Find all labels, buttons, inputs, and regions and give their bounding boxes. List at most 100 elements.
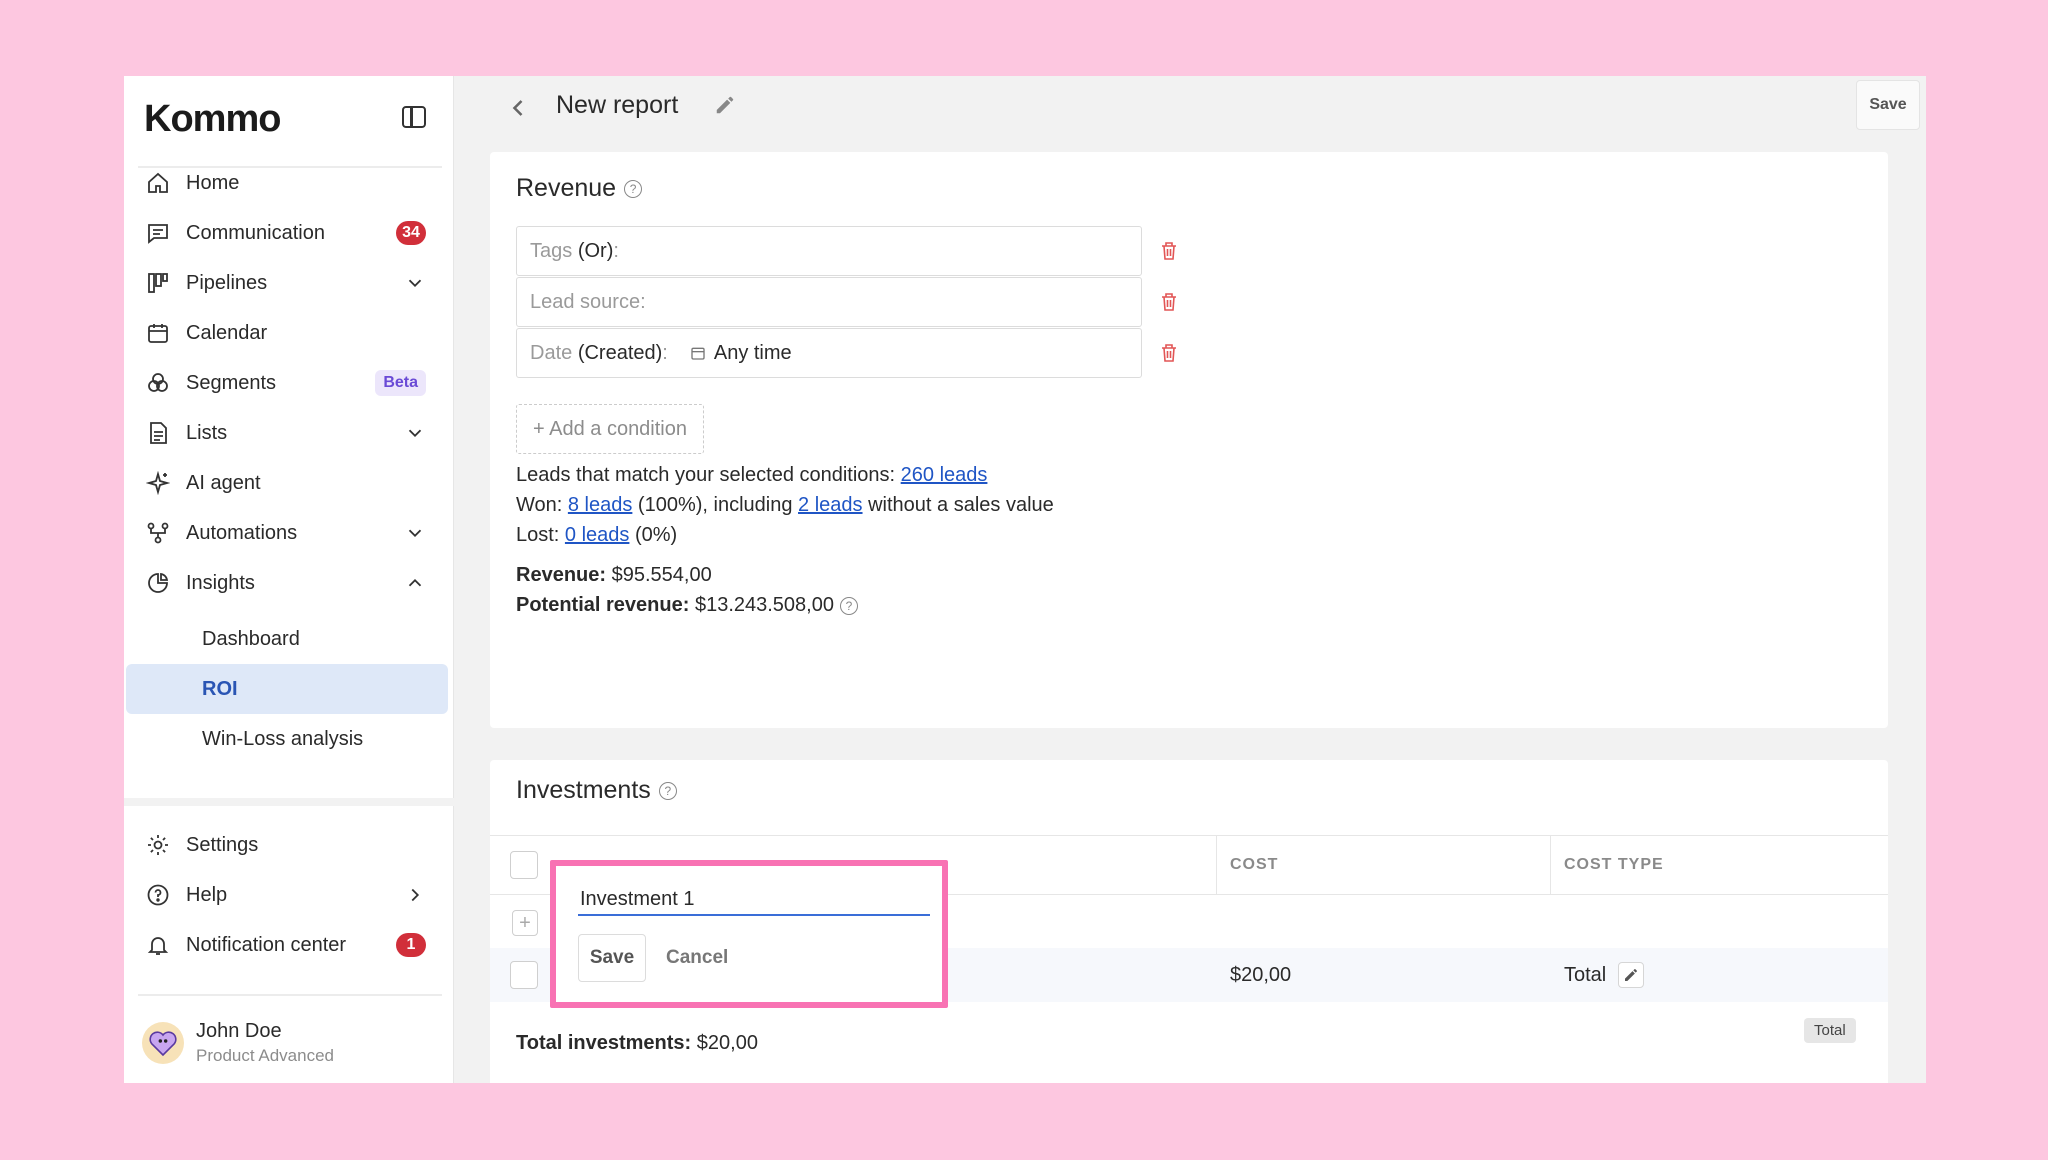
pencil-icon — [1625, 969, 1637, 981]
sidebar-subitem-dashboard[interactable]: Dashboard — [126, 614, 448, 664]
home-icon — [148, 172, 168, 193]
sidebar-item-label: Lists — [186, 422, 228, 444]
sidebar-item-lists[interactable]: Lists — [126, 410, 448, 456]
trash-icon[interactable] — [1160, 292, 1178, 312]
total-tooltip: Total — [1804, 1018, 1856, 1043]
total-investments-value: $20,00 — [691, 1032, 758, 1054]
field-label: Lead source: — [530, 290, 646, 313]
lost-leads-line: Lost: 0 leads (0%) — [516, 524, 677, 547]
unread-badge: 34 — [396, 221, 426, 245]
calendar-icon — [691, 347, 705, 360]
no-value-leads-link[interactable]: 2 leads — [798, 494, 863, 516]
sidebar-item-settings[interactable]: Settings — [126, 822, 448, 868]
add-condition-button[interactable]: + Add a condition — [516, 404, 704, 454]
sidebar-item-label: Calendar — [186, 322, 268, 344]
sidebar-subitem-win-loss[interactable]: Win-Loss analysis — [126, 714, 448, 764]
cost-cell: $20,00 — [1230, 964, 1292, 986]
matching-leads-link[interactable]: 260 leads — [901, 464, 988, 486]
field-qualifier: (Or) — [577, 239, 614, 262]
help-icon[interactable]: ? — [624, 179, 643, 198]
bell-icon — [147, 937, 169, 955]
trash-icon[interactable] — [1160, 241, 1178, 261]
app-window: Kommo Home Communication 34 Pipelines Ca… — [124, 76, 1926, 1083]
notification-badge: 1 — [396, 933, 426, 957]
pencil-icon[interactable] — [714, 94, 736, 116]
revenue-total-line: Revenue: $95.554,00 — [516, 564, 712, 587]
revenue-value: $95.554,00 — [606, 564, 712, 586]
sidebar-item-label: Segments — [186, 372, 277, 394]
column-divider — [1550, 836, 1551, 894]
matching-leads-line: Leads that match your selected condition… — [516, 464, 987, 487]
date-range-picker[interactable]: Any time — [690, 342, 792, 365]
sidebar-item-label: Home — [186, 172, 240, 194]
sidebar-subitem-roi[interactable]: ROI — [126, 664, 448, 714]
sidebar-item-pipelines[interactable]: Pipelines — [126, 260, 448, 306]
sidebar-subitem-label: Dashboard — [202, 628, 300, 650]
add-investment-button[interactable]: + — [512, 910, 538, 936]
sidebar-item-segments[interactable]: Segments Beta — [126, 360, 448, 406]
sidebar-subitem-label: Win-Loss analysis — [202, 728, 364, 750]
tags-condition-field[interactable]: Tags (Or): — [516, 226, 1142, 276]
cancel-button[interactable]: Cancel — [666, 934, 728, 982]
page-title: New report — [556, 91, 679, 119]
revenue-label: Revenue: — [516, 564, 607, 586]
lost-leads-link[interactable]: 0 leads — [565, 524, 630, 546]
chevron-down-icon[interactable] — [404, 422, 426, 444]
chevron-down-icon[interactable] — [404, 522, 426, 544]
field-label: Tags — [530, 239, 578, 262]
beta-badge: Beta — [375, 370, 426, 396]
save-investment-button[interactable]: Save — [578, 934, 646, 982]
user-name: John Doe — [196, 1020, 282, 1042]
divider — [138, 994, 442, 996]
stat-text: without a sales value — [862, 494, 1054, 516]
sidebar-item-home[interactable]: Home — [126, 160, 448, 206]
field-colon: : — [662, 341, 668, 364]
field-label: Date — [530, 341, 578, 364]
stat-text: Leads that match your selected condition… — [516, 464, 901, 486]
potential-revenue-label: Potential revenue: — [516, 594, 690, 616]
field-colon: : — [613, 239, 619, 262]
select-all-checkbox[interactable] — [510, 851, 538, 879]
help-icon[interactable]: ? — [658, 781, 677, 800]
segments-icon — [148, 373, 168, 392]
sidebar-item-calendar[interactable]: Calendar — [126, 310, 448, 356]
chevron-down-icon[interactable] — [404, 272, 426, 294]
chevron-right-icon[interactable] — [404, 884, 426, 906]
potential-revenue-value: $13.243.508,00 — [689, 594, 834, 616]
avatar — [142, 1022, 184, 1064]
gear-icon — [148, 835, 168, 855]
help-icon — [147, 884, 169, 906]
heart-avatar-icon — [149, 1031, 177, 1057]
sidebar-item-automations[interactable]: Automations — [126, 510, 448, 556]
sidebar-item-notification-center[interactable]: Notification center 1 — [126, 922, 448, 968]
sidebar-item-help[interactable]: Help — [126, 872, 448, 918]
sidebar-collapse-icon[interactable] — [402, 106, 426, 128]
lists-icon — [150, 422, 167, 444]
revenue-heading: Revenue ? — [516, 174, 643, 203]
chevron-up-icon[interactable] — [404, 572, 426, 594]
user-profile[interactable]: John Doe Product Advanced — [142, 1018, 442, 1074]
user-plan: Product Advanced — [196, 1046, 334, 1065]
sidebar-item-communication[interactable]: Communication 34 — [126, 210, 448, 256]
revenue-title: Revenue — [516, 174, 617, 202]
back-arrow-icon[interactable] — [504, 94, 532, 122]
sidebar-item-ai-agent[interactable]: AI agent — [126, 460, 448, 506]
lead-source-condition-field[interactable]: Lead source: — [516, 277, 1142, 327]
won-leads-link[interactable]: 8 leads — [568, 494, 633, 516]
calendar-icon — [148, 324, 168, 343]
investment-name-editor: Save Cancel — [550, 860, 948, 1008]
sidebar-item-insights[interactable]: Insights — [126, 560, 448, 606]
trash-icon[interactable] — [1160, 343, 1178, 363]
row-checkbox[interactable] — [510, 961, 538, 989]
investment-name-input[interactable] — [578, 884, 930, 916]
sidebar-item-label: Pipelines — [186, 272, 268, 294]
column-header-cost[interactable]: COST — [1230, 856, 1278, 874]
sidebar-item-label: Insights — [186, 572, 255, 594]
column-header-cost-type[interactable]: COST TYPE — [1564, 856, 1664, 874]
save-report-button[interactable]: Save — [1856, 80, 1920, 130]
sidebar-item-label: Communication — [186, 222, 325, 244]
insights-icon — [148, 572, 169, 593]
help-icon[interactable]: ? — [839, 596, 858, 615]
date-condition-field[interactable]: Date (Created): Any time — [516, 328, 1142, 378]
edit-cost-type-button[interactable] — [1618, 962, 1644, 988]
